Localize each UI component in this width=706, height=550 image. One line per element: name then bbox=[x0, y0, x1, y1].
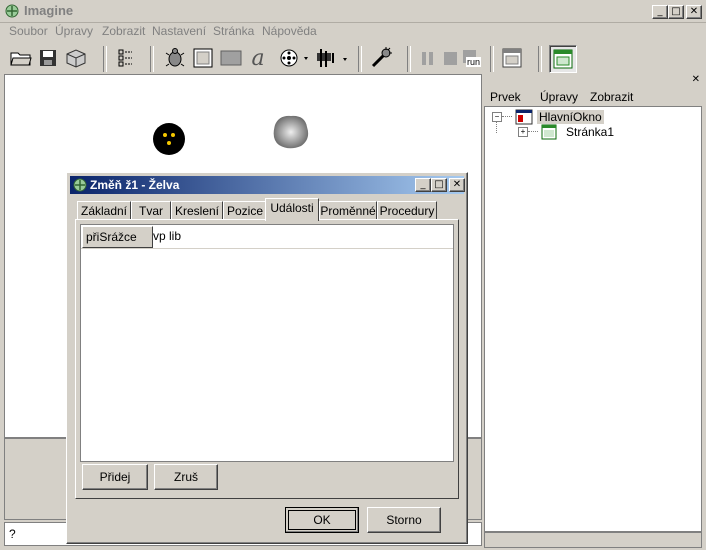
tree-connector bbox=[496, 121, 497, 133]
menu-nastaveni[interactable]: Nastavení bbox=[152, 24, 206, 38]
tab-udalosti[interactable]: Události bbox=[265, 198, 319, 221]
toolbar-separator bbox=[407, 46, 411, 72]
panel-close-icon[interactable]: ✕ bbox=[692, 74, 700, 85]
menu-zobrazit[interactable]: Zobrazit bbox=[102, 24, 145, 38]
panel-menu-zobrazit[interactable]: Zobrazit bbox=[590, 90, 633, 104]
turtle-tool-icon[interactable] bbox=[163, 46, 187, 70]
dialog-titlebar: Změň ž1 - Želva _ □ ✕ bbox=[70, 176, 465, 194]
window-title: Imagine bbox=[24, 3, 74, 18]
run-label: run bbox=[466, 57, 482, 67]
tab-promenne[interactable]: Proměnné bbox=[319, 201, 377, 220]
dialog-close-button[interactable]: ✕ bbox=[449, 178, 465, 192]
main-window-icon bbox=[515, 109, 533, 125]
expand-toggle-icon[interactable]: + bbox=[518, 127, 528, 137]
package-icon[interactable] bbox=[64, 46, 88, 70]
main-titlebar: Imagine _ □ ✕ bbox=[0, 0, 706, 23]
menu-soubor[interactable]: Soubor bbox=[9, 24, 48, 38]
remove-event-button[interactable]: Zruš bbox=[154, 464, 218, 490]
toolbar: a run bbox=[0, 42, 706, 74]
panel-menu-prvek[interactable]: Prvek bbox=[490, 90, 521, 104]
turtle-sprite-black[interactable] bbox=[151, 121, 187, 157]
dialog-minimize-button[interactable]: _ bbox=[415, 178, 431, 192]
dialog-app-icon bbox=[73, 178, 87, 192]
controls-tool-icon[interactable] bbox=[314, 46, 350, 70]
tree-view-icon[interactable] bbox=[113, 46, 137, 70]
object-tree-panel: ✕ Prvek Úpravy Zobrazit − HlavníOkno + S… bbox=[482, 74, 704, 548]
panel-menu-upravy[interactable]: Úpravy bbox=[540, 90, 578, 104]
page-icon bbox=[541, 124, 557, 140]
event-name-cell[interactable]: přiSrážce bbox=[82, 226, 153, 248]
tree-item-hlavniokno[interactable]: HlavníOkno bbox=[537, 110, 604, 124]
panel-status-bar bbox=[484, 532, 702, 548]
tab-tvar[interactable]: Tvar bbox=[131, 201, 171, 220]
ok-button[interactable]: OK bbox=[285, 507, 359, 533]
turtle-sprite-cloud[interactable] bbox=[269, 113, 311, 151]
tab-procedury[interactable]: Procedury bbox=[377, 201, 437, 220]
panel-menu: Prvek Úpravy Zobrazit bbox=[482, 88, 704, 106]
toolbar-separator bbox=[538, 46, 542, 72]
row-divider bbox=[81, 248, 453, 249]
add-event-button[interactable]: Přidej bbox=[82, 464, 148, 490]
toolbar-separator bbox=[490, 46, 494, 72]
toolbar-separator bbox=[150, 46, 154, 72]
event-value-cell[interactable]: vp lib bbox=[153, 229, 181, 243]
toolbar-separator bbox=[103, 46, 107, 72]
collapse-toggle-icon[interactable]: − bbox=[492, 112, 502, 122]
toolbar-separator bbox=[358, 46, 362, 72]
save-disk-icon[interactable] bbox=[36, 46, 60, 70]
menu-bar: Soubor Úpravy Zobrazit Nastavení Stránka… bbox=[0, 22, 706, 40]
events-list: přiSrážce vp lib bbox=[80, 224, 454, 462]
page-view-icon[interactable] bbox=[549, 45, 577, 73]
dialog-title: Změň ž1 - Želva bbox=[90, 178, 180, 192]
dialog-maximize-button[interactable]: □ bbox=[431, 178, 447, 192]
stop-icon[interactable] bbox=[438, 46, 462, 70]
pane-tool-icon[interactable] bbox=[219, 46, 243, 70]
window-settings-icon[interactable] bbox=[500, 46, 524, 70]
maximize-button[interactable]: □ bbox=[668, 5, 684, 19]
tree-connector bbox=[528, 131, 538, 132]
minimize-button[interactable]: _ bbox=[652, 5, 668, 19]
cancel-button[interactable]: Storno bbox=[367, 507, 441, 533]
tree-connector bbox=[502, 116, 512, 117]
edit-turtle-dialog: Změň ž1 - Želva _ □ ✕ Základní Tvar Kres… bbox=[66, 172, 468, 544]
imagine-app-icon bbox=[5, 4, 19, 18]
button-tool-icon[interactable] bbox=[191, 46, 215, 70]
command-line-text: ? bbox=[9, 527, 16, 541]
run-stop-icon[interactable]: run bbox=[460, 46, 484, 70]
events-tab-panel: přiSrážce vp lib Přidej Zruš bbox=[75, 219, 459, 499]
pause-icon[interactable] bbox=[416, 46, 440, 70]
text-tool-icon[interactable]: a bbox=[246, 46, 270, 71]
menu-napoveda[interactable]: Nápověda bbox=[262, 24, 317, 38]
open-folder-icon[interactable] bbox=[9, 46, 33, 70]
tab-kresleni[interactable]: Kreslení bbox=[171, 201, 223, 220]
tab-pozice[interactable]: Pozice bbox=[223, 201, 267, 220]
magic-wand-icon[interactable] bbox=[369, 46, 393, 70]
menu-upravy[interactable]: Úpravy bbox=[55, 24, 93, 38]
menu-stranka[interactable]: Stránka bbox=[213, 24, 254, 38]
tree-item-stranka1[interactable]: Stránka1 bbox=[566, 125, 614, 139]
close-button[interactable]: ✕ bbox=[686, 5, 702, 19]
media-tool-icon[interactable] bbox=[276, 46, 312, 70]
tab-zakladni[interactable]: Základní bbox=[77, 201, 131, 220]
object-tree: − HlavníOkno + Stránka1 bbox=[484, 106, 702, 532]
